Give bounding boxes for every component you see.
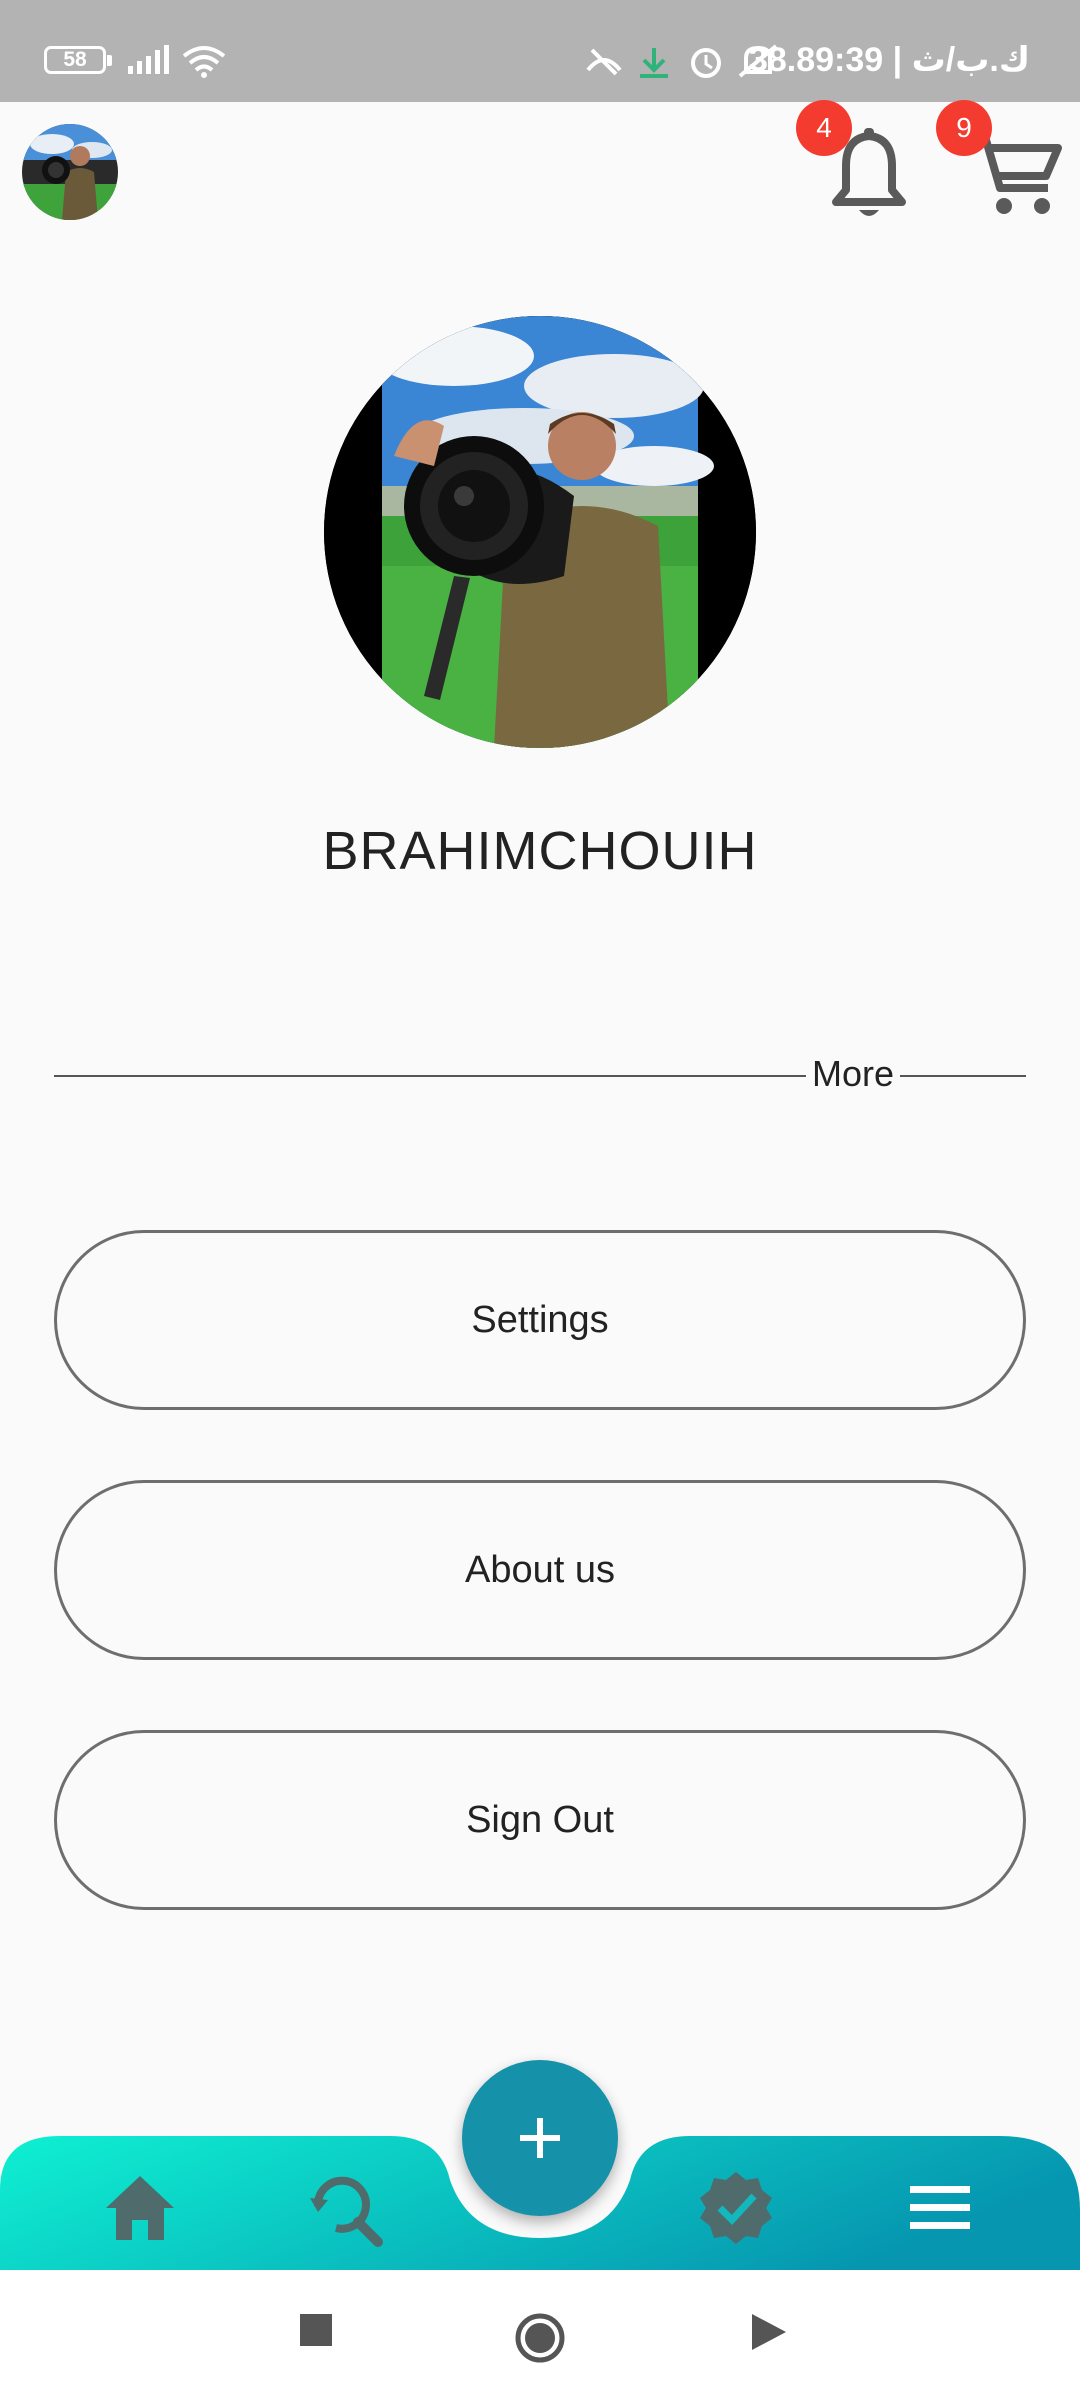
recents-button[interactable]	[296, 2310, 336, 2355]
verified-icon	[700, 2172, 772, 2244]
menu-icon	[910, 2186, 970, 2229]
status-text: 38.8ك.ب/ث | 9:39	[748, 41, 1030, 79]
sign-out-button[interactable]: Sign Out	[54, 1730, 1026, 1910]
nav-search[interactable]	[306, 2168, 386, 2248]
square-icon	[300, 2314, 332, 2346]
settings-button[interactable]: Settings	[54, 1230, 1026, 1410]
nav-menu[interactable]	[900, 2168, 980, 2248]
add-button[interactable]	[462, 2060, 618, 2216]
wifi-icon	[182, 46, 226, 78]
home-system-button[interactable]	[512, 2310, 568, 2371]
username: BRAHIMCHOUIH	[322, 821, 758, 881]
about-us-button[interactable]: About us	[54, 1480, 1026, 1660]
avatar[interactable]	[22, 124, 118, 220]
home-icon	[106, 2176, 174, 2240]
plus-icon	[520, 2118, 560, 2158]
back-button[interactable]	[746, 2310, 790, 2359]
profile-photo[interactable]	[324, 316, 756, 748]
notifications-badge: 4	[796, 100, 852, 156]
nav-home[interactable]	[100, 2168, 180, 2248]
profile-screen: 58 38.8ك.ب/ث | 9:39 4 9 BRAHIMCHOUIH Mor…	[0, 0, 1080, 2400]
triangle-icon	[752, 2314, 786, 2350]
battery-indicator: 58	[44, 46, 112, 74]
cart-badge: 9	[936, 100, 992, 156]
divider-line	[900, 1075, 1026, 1077]
divider-line	[54, 1075, 806, 1077]
search-history-icon	[310, 2176, 383, 2247]
status-bar: 58 38.8ك.ب/ث | 9:39	[0, 0, 1080, 102]
signal-icon	[128, 45, 169, 74]
nav-verified[interactable]	[696, 2168, 776, 2248]
more-label: More	[811, 1053, 895, 1094]
circle-icon	[515, 2313, 565, 2363]
